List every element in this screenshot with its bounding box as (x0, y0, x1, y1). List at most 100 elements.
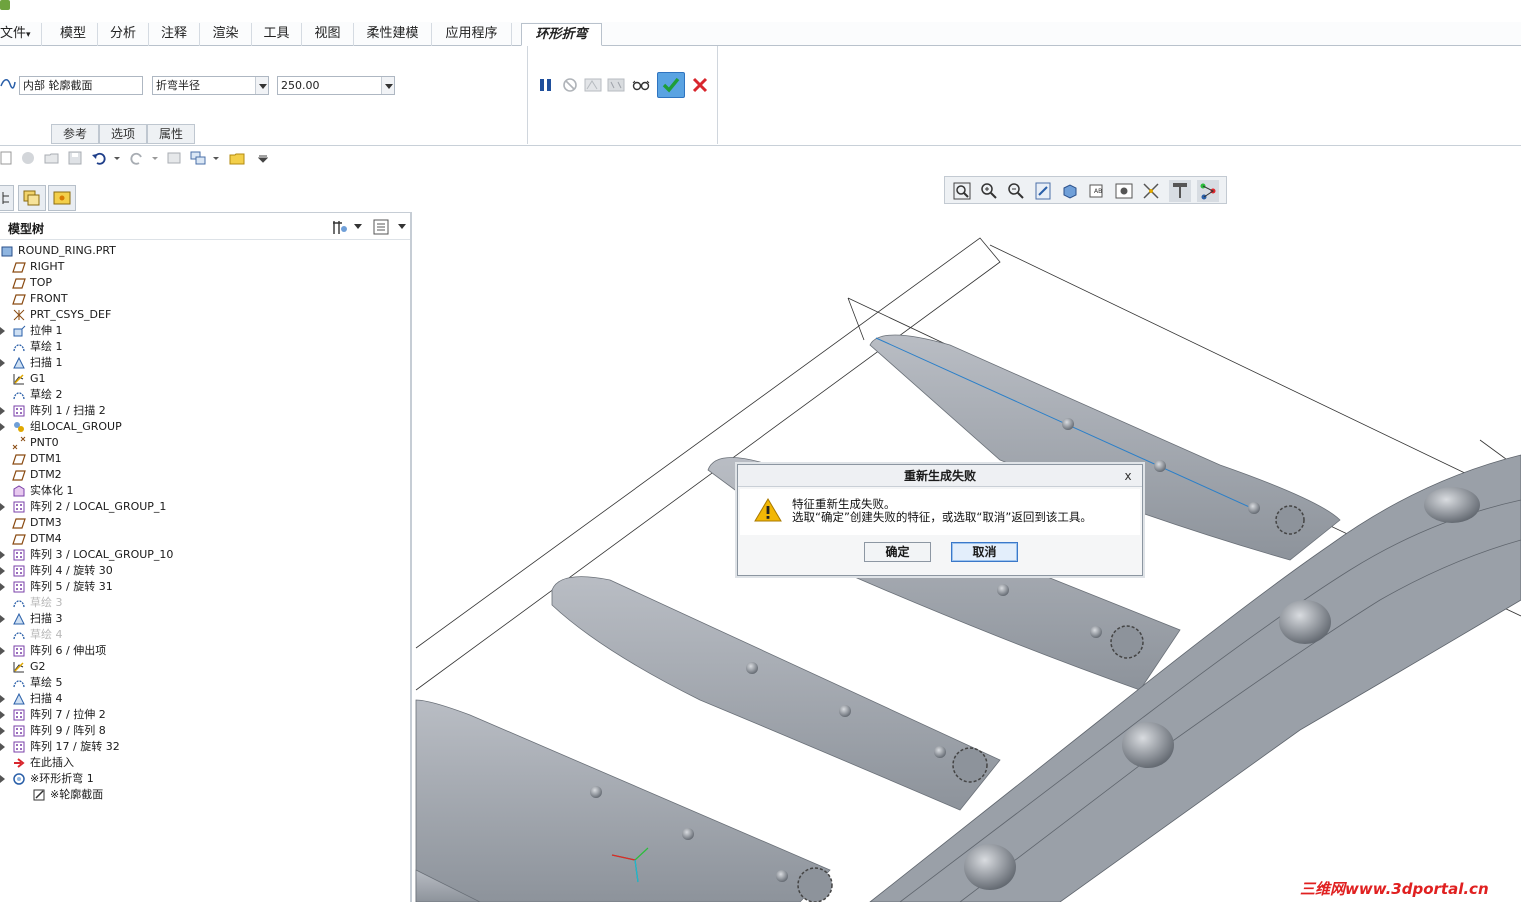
redo-icon[interactable] (129, 150, 145, 166)
bend-radius-input[interactable]: 250.00 (277, 76, 395, 95)
spin-center-icon[interactable] (1197, 180, 1219, 202)
tree-item[interactable]: 阵列 5 / 旋转 31 (0, 579, 400, 595)
close-icon[interactable]: x (1121, 469, 1135, 483)
save-icon[interactable] (67, 150, 83, 166)
tab-file[interactable]: 文件▾ (0, 23, 42, 46)
expand-arrow-icon[interactable] (0, 615, 5, 623)
tree-item[interactable]: DTM3 (0, 515, 400, 531)
tree-item[interactable]: 扫描 3 (0, 611, 400, 627)
tree-item[interactable]: 阵列 4 / 旋转 30 (0, 563, 400, 579)
tab-view[interactable]: 视图 (302, 23, 354, 46)
tab-analysis[interactable]: 分析 (98, 23, 149, 46)
expand-arrow-icon[interactable] (0, 583, 5, 591)
confirm-button[interactable] (657, 72, 685, 98)
expand-arrow-icon[interactable] (0, 327, 5, 335)
tab-toroidal-bend[interactable]: 环形折弯 (521, 23, 602, 46)
tab-render[interactable]: 渲染 (200, 23, 252, 46)
tab-model[interactable]: 模型 (49, 23, 98, 46)
close-window-icon[interactable] (229, 150, 245, 166)
chevron-down-icon[interactable] (398, 222, 406, 230)
profile-section-field[interactable]: 内部 轮廓截面 (19, 76, 143, 95)
zoom-in-icon[interactable] (978, 180, 1000, 202)
expand-arrow-icon[interactable] (0, 359, 5, 367)
windows-icon[interactable] (190, 150, 206, 166)
expand-arrow-icon[interactable] (0, 775, 5, 783)
tree-settings-icon[interactable] (330, 218, 350, 236)
expand-arrow-icon[interactable] (0, 711, 5, 719)
expand-arrow-icon[interactable] (0, 551, 5, 559)
tree-item[interactable]: 拉伸 1 (0, 323, 400, 339)
cancel-x-icon[interactable] (689, 74, 711, 96)
glasses-preview-icon[interactable] (630, 74, 652, 96)
tree-item[interactable]: 阵列 3 / LOCAL_GROUP_10 (0, 547, 400, 563)
pause-icon[interactable] (535, 74, 557, 96)
tree-item[interactable]: DTM4 (0, 531, 400, 547)
expand-arrow-icon[interactable] (0, 695, 5, 703)
tab-favorites[interactable] (48, 185, 76, 211)
expand-arrow-icon[interactable] (0, 567, 5, 575)
tree-item[interactable]: DTM1 (0, 451, 400, 467)
preview-geometry-icon[interactable] (582, 74, 604, 96)
repaint-icon[interactable] (1032, 180, 1054, 202)
tree-item[interactable]: 阵列 7 / 拉伸 2 (0, 707, 400, 723)
tree-item[interactable]: 阵列 1 / 扫描 2 (0, 403, 400, 419)
tree-item[interactable]: DTM2 (0, 467, 400, 483)
tree-item[interactable]: 草绘 3 (0, 595, 400, 611)
chevron-down-icon[interactable] (255, 77, 268, 94)
expand-arrow-icon[interactable] (0, 727, 5, 735)
verify-mode-icon[interactable] (605, 74, 627, 96)
tree-item[interactable]: 阵列 17 / 旋转 32 (0, 739, 400, 755)
tree-item[interactable]: 草绘 5 (0, 675, 400, 691)
tree-item[interactable]: ※环形折弯 1 (0, 771, 400, 787)
tree-item[interactable]: RIGHT (0, 259, 400, 275)
chevron-down-icon[interactable] (151, 150, 159, 166)
tab-model-tree[interactable] (0, 185, 14, 211)
cancel-button[interactable]: 取消 (951, 542, 1018, 562)
tab-properties[interactable]: 属性 (147, 124, 195, 144)
tree-item[interactable]: 草绘 4 (0, 627, 400, 643)
expand-arrow-icon[interactable] (0, 407, 5, 415)
chevron-down-icon[interactable] (113, 150, 121, 166)
expand-arrow-icon[interactable] (0, 647, 5, 655)
chevron-down-icon[interactable] (354, 222, 362, 230)
tree-item[interactable]: 实体化 1 (0, 483, 400, 499)
tree-item[interactable]: 阵列 6 / 伸出项 (0, 643, 400, 659)
zoom-out-icon[interactable] (1005, 180, 1027, 202)
expand-arrow-icon[interactable] (0, 503, 5, 511)
tab-flexible-modeling[interactable]: 柔性建模 (354, 23, 432, 46)
tab-annotate[interactable]: 注释 (149, 23, 200, 46)
tab-tools[interactable]: 工具 (252, 23, 302, 46)
show-list-icon[interactable] (372, 218, 390, 236)
view-manager-icon[interactable] (1113, 180, 1135, 202)
datum-display-icon[interactable] (1140, 180, 1162, 202)
tab-references[interactable]: 参考 (51, 124, 99, 144)
tab-applications[interactable]: 应用程序 (432, 23, 512, 46)
tree-item[interactable]: ※轮廓截面 (0, 787, 400, 803)
display-style-icon[interactable] (1059, 180, 1081, 202)
tree-item[interactable]: PRT_CSYS_DEF (0, 307, 400, 323)
tab-options[interactable]: 选项 (99, 124, 147, 144)
tree-item[interactable]: PNT0 (0, 435, 400, 451)
tab-folder-browser[interactable] (18, 185, 46, 211)
customize-toolbar-icon[interactable] (258, 150, 268, 166)
tree-item[interactable]: 扫描 1 (0, 355, 400, 371)
tree-item[interactable]: ROUND_RING.PRT (0, 243, 400, 259)
chevron-down-icon[interactable] (381, 77, 394, 94)
ok-button[interactable]: 确定 (864, 542, 931, 562)
open-folder-icon[interactable] (44, 150, 60, 166)
session-icon[interactable] (20, 150, 36, 166)
undo-icon[interactable] (91, 150, 107, 166)
expand-arrow-icon[interactable] (0, 743, 5, 751)
tree-item[interactable]: 草绘 1 (0, 339, 400, 355)
tree-item[interactable]: 阵列 9 / 阵列 8 (0, 723, 400, 739)
new-file-icon[interactable] (0, 150, 16, 166)
tree-item[interactable]: TOP (0, 275, 400, 291)
bend-type-select[interactable]: 折弯半径 (152, 76, 269, 95)
tree-item[interactable]: FRONT (0, 291, 400, 307)
refit-icon[interactable] (951, 180, 973, 202)
chevron-down-icon[interactable] (212, 150, 220, 166)
saved-orientations-icon[interactable]: AB (1086, 180, 1108, 202)
tree-item[interactable]: 组LOCAL_GROUP (0, 419, 400, 435)
tree-item[interactable]: 扫描 4 (0, 691, 400, 707)
regenerate-icon[interactable] (166, 150, 182, 166)
